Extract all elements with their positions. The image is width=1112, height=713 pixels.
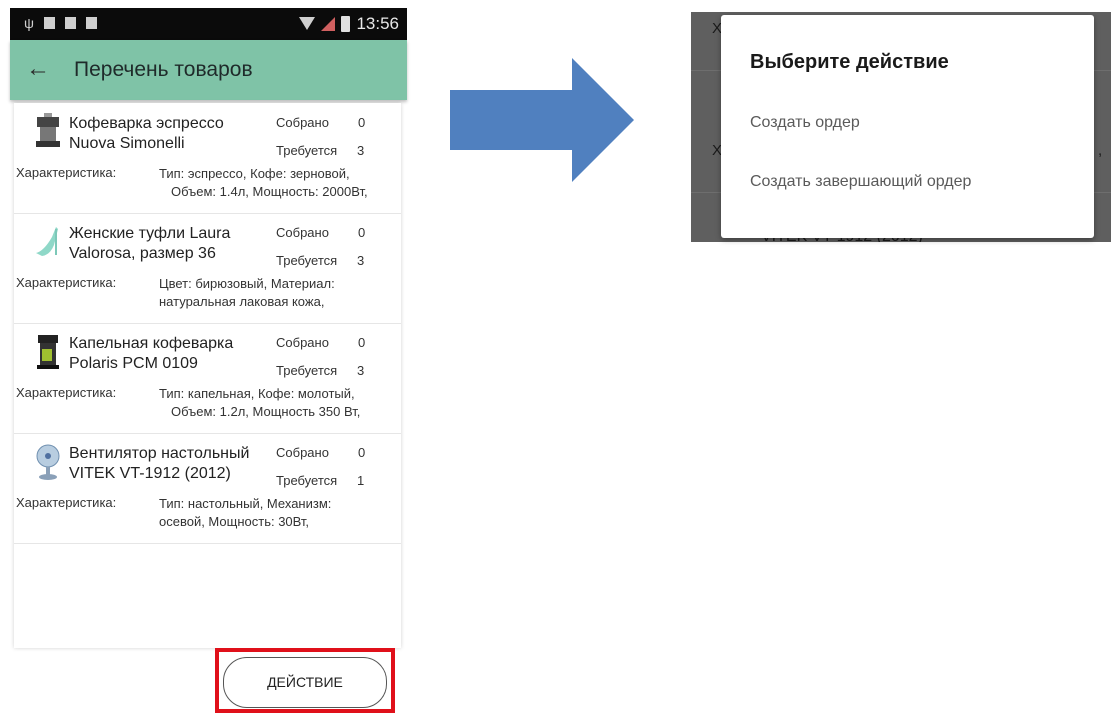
notification-icon xyxy=(43,17,55,29)
battery-icon xyxy=(341,16,351,32)
lock-icon xyxy=(64,17,76,29)
characteristic-value: Тип: капельная, Кофе: молотый, Объем: 1.… xyxy=(159,385,394,421)
list-item[interactable]: Капельная кофеварка Polaris PCM 0109 Соб… xyxy=(14,323,401,434)
characteristic-value: Тип: эспрессо, Кофе: зерновой, Объем: 1.… xyxy=(159,165,394,201)
collected-count: 0 xyxy=(358,225,366,240)
product-name: Кофеварка эспрессо Nuova Simonelli xyxy=(69,115,224,152)
characteristic-label: Характеристика: xyxy=(16,495,117,510)
collected-count: 0 xyxy=(358,115,366,130)
create-final-order-option[interactable]: Создать завершающий ордер xyxy=(750,173,971,191)
app-bar: ← Перечень товаров xyxy=(10,40,407,100)
characteristic-label: Характеристика: xyxy=(16,165,117,180)
action-dialog: Выберите действие Создать ордер Создать … xyxy=(721,15,1094,238)
characteristic-line-2: натуральная лаковая кожа, xyxy=(159,294,325,309)
characteristic-line-1: Тип: капельная, Кофе: молотый, xyxy=(159,386,355,401)
phone-screen-product-list: ψ 13:56 ← Перечень товаров Кофеварка эсп… xyxy=(10,0,407,713)
desk-fan-icon xyxy=(36,444,60,480)
characteristic-label: Характеристика: xyxy=(16,275,117,290)
drip-coffee-maker-icon xyxy=(37,335,59,369)
characteristic-line-2: Объем: 1.4л, Мощность: 2000Вт, xyxy=(171,184,368,199)
collected-label: Собрано xyxy=(276,225,329,240)
required-count: 3 xyxy=(357,143,365,158)
characteristic-line-1: Тип: эспрессо, Кофе: зерновой, xyxy=(159,166,350,181)
signal-icon xyxy=(321,17,336,31)
list-item[interactable]: Вентилятор настольный VITEK VT-1912 (201… xyxy=(14,433,401,544)
product-name: Вентилятор настольный VITEK VT-1912 (201… xyxy=(69,445,250,482)
page-title: Перечень товаров xyxy=(74,58,253,81)
right-arrow-icon xyxy=(450,58,634,182)
status-time: 13:56 xyxy=(356,14,399,33)
list-item[interactable]: Кофеварка эспрессо Nuova Simonelli Собра… xyxy=(14,103,401,214)
collected-label: Собрано xyxy=(276,335,329,350)
characteristic-line-2: осевой, Мощность: 30Вт, xyxy=(159,514,310,529)
required-count: 1 xyxy=(357,473,365,488)
status-bar: ψ 13:56 xyxy=(10,8,407,40)
required-label: Требуется xyxy=(276,253,338,268)
product-name: Капельная кофеварка Polaris PCM 0109 xyxy=(69,335,234,372)
list-item[interactable]: Женские туфли Laura Valorosa, размер 36 … xyxy=(14,213,401,324)
back-arrow-icon[interactable]: ← xyxy=(26,55,50,83)
collected-label: Собрано xyxy=(276,445,329,460)
background-fragment: , xyxy=(1098,142,1103,159)
dialog-title: Выберите действие xyxy=(750,51,949,73)
collected-count: 0 xyxy=(358,445,366,460)
required-label: Требуется xyxy=(276,473,338,488)
characteristic-line-1: Цвет: бирюзовый, Материал: xyxy=(159,276,335,291)
usb-icon: ψ xyxy=(24,15,34,31)
collected-label: Собрано xyxy=(276,115,329,130)
required-label: Требуется xyxy=(276,143,338,158)
characteristic-value: Тип: настольный, Механизм: осевой, Мощно… xyxy=(159,495,394,531)
espresso-machine-icon xyxy=(36,113,60,147)
characteristic-value: Цвет: бирюзовый, Материал: натуральная л… xyxy=(159,275,394,311)
required-count: 3 xyxy=(357,363,365,378)
create-order-option[interactable]: Создать ордер xyxy=(750,114,860,132)
required-label: Требуется xyxy=(276,363,338,378)
product-list: Кофеварка эспрессо Nuova Simonelli Собра… xyxy=(14,103,401,648)
characteristic-line-2: Объем: 1.2л, Мощность 350 Вт, xyxy=(171,404,361,419)
action-button[interactable]: ДЕЙСТВИЕ xyxy=(223,657,387,708)
characteristic-line-1: Тип: настольный, Механизм: xyxy=(159,496,332,511)
shoe-icon xyxy=(36,227,58,256)
required-count: 3 xyxy=(357,253,365,268)
collected-count: 0 xyxy=(358,335,366,350)
wifi-icon xyxy=(299,17,316,31)
sd-card-icon xyxy=(85,17,97,29)
product-name: Женские туфли Laura Valorosa, размер 36 xyxy=(69,225,231,262)
characteristic-label: Характеристика: xyxy=(16,385,117,400)
